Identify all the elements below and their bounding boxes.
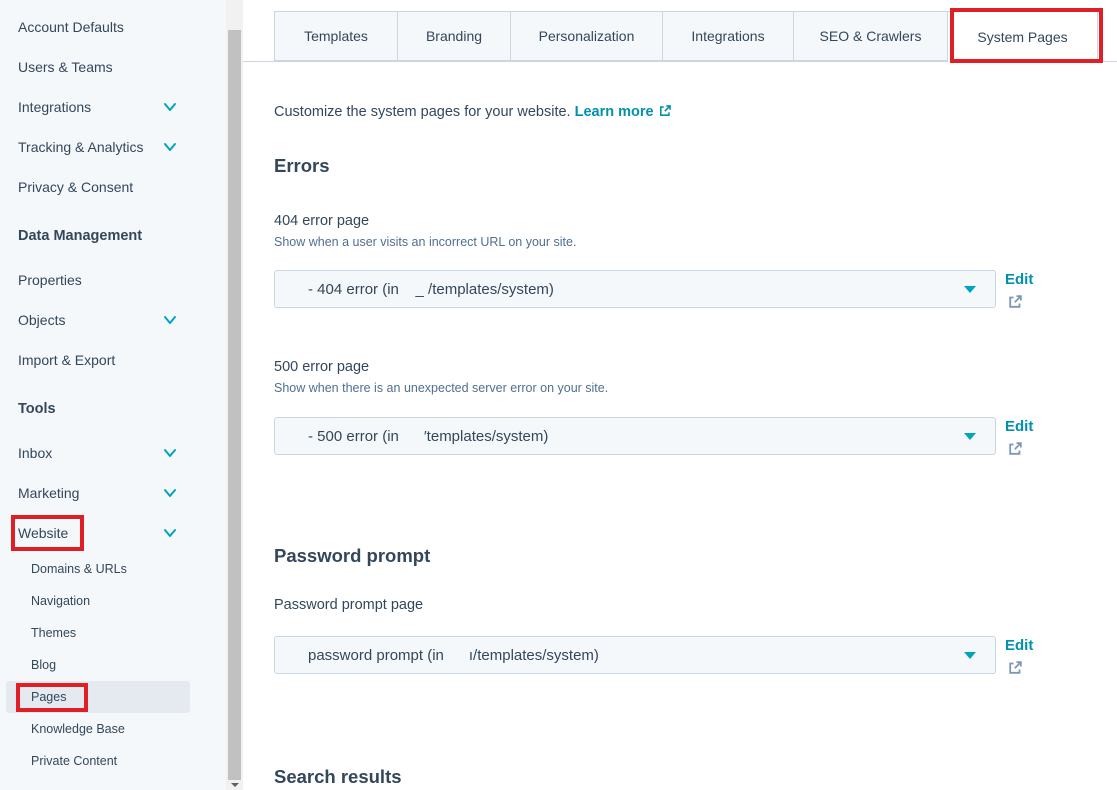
settings-sidebar: Account Defaults Users & Teams Integrati… xyxy=(0,0,226,790)
sidebar-item-label: Integrations xyxy=(18,99,91,115)
external-link-icon[interactable] xyxy=(1007,441,1023,462)
sidebar-item-label: Privacy & Consent xyxy=(18,179,133,195)
sidebar-item-label: Tracking & Analytics xyxy=(18,139,144,155)
sidebar-header-data-management: Data Management xyxy=(0,216,226,256)
learn-more-link[interactable]: Learn more xyxy=(575,104,672,120)
sidebar-subitem-themes[interactable]: Themes xyxy=(6,617,190,649)
sidebar-subitem-knowledge-base[interactable]: Knowledge Base xyxy=(6,713,190,745)
sidebar-item-label: Marketing xyxy=(18,485,79,501)
sidebar-subitem-private-content[interactable]: Private Content xyxy=(6,745,190,777)
500-edit-block: Edit xyxy=(1005,417,1033,462)
500-page-select-value: - 500 error (in ′templates/system) xyxy=(275,428,964,445)
sidebar-item-integrations[interactable]: Integrations xyxy=(0,87,226,127)
scrollbar-thumb[interactable] xyxy=(228,30,241,780)
field-label-500: 500 error page xyxy=(274,358,1117,376)
intro-text: Customize the system pages for your webs… xyxy=(274,102,1117,124)
field-row-500: - 500 error (in ′templates/system) Edit xyxy=(274,417,1117,462)
system-pages-content: Customize the system pages for your webs… xyxy=(243,102,1117,790)
sidebar-subitem-pages[interactable]: Pages xyxy=(6,681,190,713)
sidebar-item-label: Navigation xyxy=(31,594,90,608)
system-pages-panel: Templates Branding Personalization Integ… xyxy=(243,0,1117,790)
password-prompt-heading: Password prompt xyxy=(274,544,1117,568)
sidebar-item-account-defaults[interactable]: Account Defaults xyxy=(0,7,226,47)
tab-personalization[interactable]: Personalization xyxy=(510,11,663,61)
field-label-404: 404 error page xyxy=(274,212,1117,230)
sidebar-subitem-navigation[interactable]: Navigation xyxy=(6,585,190,617)
errors-heading: Errors xyxy=(274,154,1117,178)
404-edit-link[interactable]: Edit xyxy=(1005,271,1033,289)
sidebar-item-label: Domains & URLs xyxy=(31,562,127,576)
chevron-down-icon xyxy=(163,448,177,458)
sidebar-item-label: Themes xyxy=(31,626,76,640)
field-row-404: - 404 error (in _ /templates/system) Edi… xyxy=(274,270,1117,315)
tab-integrations[interactable]: Integrations xyxy=(662,11,794,61)
tab-templates[interactable]: Templates xyxy=(274,11,398,61)
sidebar-item-label: Pages xyxy=(31,690,66,704)
500-edit-link[interactable]: Edit xyxy=(1005,418,1033,436)
tab-branding[interactable]: Branding xyxy=(397,11,511,61)
tab-system-pages[interactable]: System Pages xyxy=(947,11,1098,62)
sidebar-item-website[interactable]: Website xyxy=(0,513,226,553)
sidebar-item-properties[interactable]: Properties xyxy=(0,260,226,300)
404-page-select-value: - 404 error (in _ /templates/system) xyxy=(275,281,964,298)
sidebar-subitem-blog[interactable]: Blog xyxy=(6,649,190,681)
sidebar-item-objects[interactable]: Objects xyxy=(0,300,226,340)
chevron-down-icon xyxy=(163,142,177,152)
chevron-down-icon xyxy=(163,488,177,498)
password-prompt-select-value: password prompt (in ı/templates/system) xyxy=(275,647,964,664)
field-label-password-prompt: Password prompt page xyxy=(274,596,1117,614)
sidebar-subitem-domains-urls[interactable]: Domains & URLs xyxy=(6,553,190,585)
external-link-icon[interactable] xyxy=(1007,660,1023,681)
sidebar-scrollbar[interactable] xyxy=(226,0,243,790)
sidebar-item-label: Account Defaults xyxy=(18,19,124,35)
404-page-select[interactable]: - 404 error (in _ /templates/system) xyxy=(274,270,996,308)
tab-seo-crawlers[interactable]: SEO & Crawlers xyxy=(793,11,948,61)
sidebar-item-users-teams[interactable]: Users & Teams xyxy=(0,47,226,87)
500-page-select[interactable]: - 500 error (in ′templates/system) xyxy=(274,417,996,455)
field-desc-500: Show when there is an unexpected server … xyxy=(274,380,1117,396)
sidebar-item-label: Properties xyxy=(18,272,82,288)
caret-down-icon xyxy=(964,286,976,293)
chevron-down-icon xyxy=(163,102,177,112)
chevron-down-icon xyxy=(163,315,177,325)
sidebar-item-label: Private Content xyxy=(31,754,117,768)
sidebar-item-inbox[interactable]: Inbox xyxy=(0,433,226,473)
sidebar-item-label: Inbox xyxy=(18,445,52,461)
sidebar-item-label: Website xyxy=(18,525,68,541)
settings-tabbar: Templates Branding Personalization Integ… xyxy=(243,0,1117,62)
field-desc-404: Show when a user visits an incorrect URL… xyxy=(274,234,1117,250)
sidebar-item-label: Blog xyxy=(31,658,56,672)
sidebar-item-privacy-consent[interactable]: Privacy & Consent xyxy=(0,167,226,207)
404-edit-block: Edit xyxy=(1005,270,1033,315)
sidebar-item-label: Users & Teams xyxy=(18,59,113,75)
sidebar-item-tracking-analytics[interactable]: Tracking & Analytics xyxy=(0,127,226,167)
sidebar-item-label: Import & Export xyxy=(18,352,115,368)
password-prompt-select[interactable]: password prompt (in ı/templates/system) xyxy=(274,636,996,674)
sidebar-item-import-export[interactable]: Import & Export xyxy=(0,340,226,380)
caret-down-icon xyxy=(964,652,976,659)
search-results-heading: Search results xyxy=(274,765,1117,789)
scrollbar-down-button[interactable] xyxy=(226,780,243,790)
external-link-icon xyxy=(658,104,672,124)
down-arrow-icon xyxy=(231,783,239,787)
sidebar-item-marketing[interactable]: Marketing xyxy=(0,473,226,513)
sidebar-header-tools: Tools xyxy=(0,389,226,429)
field-row-password-prompt: password prompt (in ı/templates/system) … xyxy=(274,636,1117,681)
password-prompt-edit-link[interactable]: Edit xyxy=(1005,637,1033,655)
chevron-down-icon xyxy=(163,528,177,538)
password-prompt-edit-block: Edit xyxy=(1005,636,1033,681)
sidebar-item-label: Knowledge Base xyxy=(31,722,125,736)
external-link-icon[interactable] xyxy=(1007,294,1023,315)
caret-down-icon xyxy=(964,433,976,440)
sidebar-item-label: Objects xyxy=(18,312,65,328)
